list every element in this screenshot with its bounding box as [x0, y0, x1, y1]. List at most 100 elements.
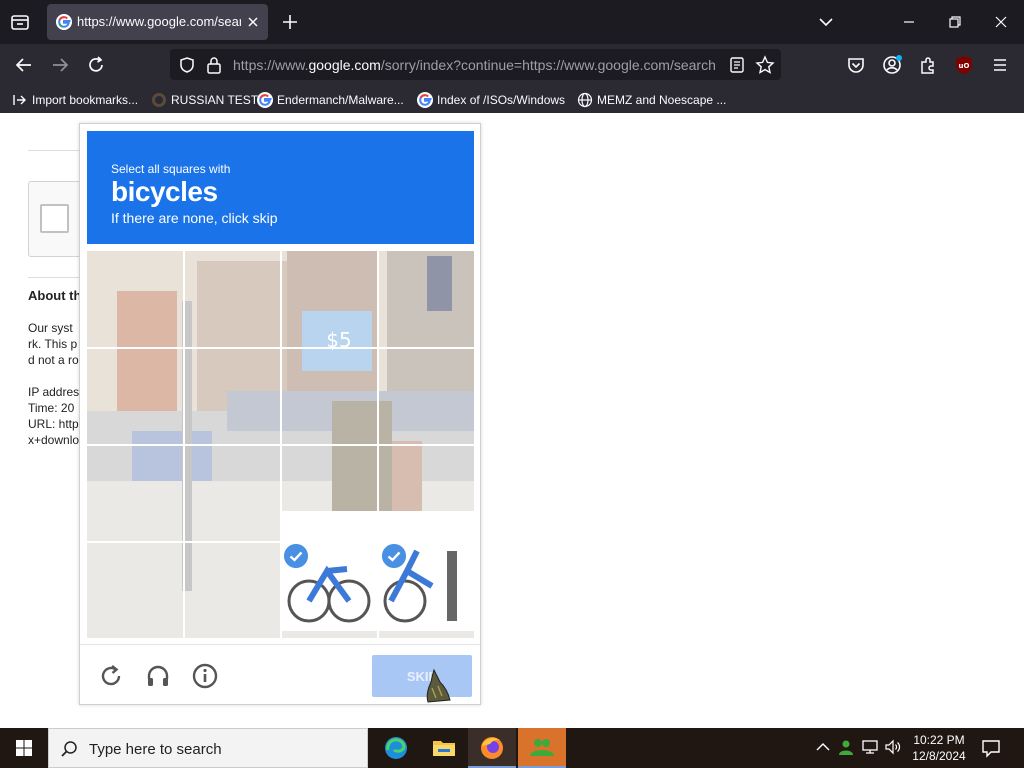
- tab-bar: https://www.google.com/search: [0, 0, 1024, 44]
- site-favicon-icon: [152, 93, 166, 107]
- network-icon[interactable]: [861, 738, 879, 756]
- bookmarks-toolbar: Import bookmarks... RUSSIAN TEST Enderma…: [0, 85, 1024, 113]
- url-prefix: https://www.: [233, 57, 309, 73]
- grid-cell[interactable]: [378, 251, 474, 347]
- bookmark-import[interactable]: Import bookmarks...: [12, 91, 138, 109]
- instruction-text: Select all squares with: [111, 162, 231, 176]
- challenge-keyword: bicycles: [111, 176, 218, 207]
- forward-arrow-icon[interactable]: [49, 54, 71, 76]
- url-text[interactable]: https://www.google.com/sorry/index?conti…: [233, 57, 717, 73]
- grid-cell[interactable]: [281, 445, 377, 541]
- grid-cell[interactable]: [87, 348, 183, 444]
- reader-view-icon[interactable]: [728, 56, 746, 74]
- notification-icon[interactable]: [980, 737, 1002, 759]
- taskbar-app-firefox[interactable]: [468, 728, 516, 768]
- windows-taskbar: Type here to search 10:22 PM 12/8/2024: [0, 728, 1024, 768]
- bookmark-label: Endermanch/Malware...: [277, 93, 404, 107]
- bookmark-endermanch[interactable]: Endermanch/Malware...: [257, 91, 404, 109]
- url-path: /sorry/index?continue=https://www.google…: [380, 57, 716, 73]
- search-placeholder: Type here to search: [89, 741, 222, 758]
- firefox-view-icon[interactable]: [8, 10, 32, 34]
- grid-cell[interactable]: [87, 445, 183, 541]
- firefox-icon: [481, 737, 503, 759]
- folder-icon: [433, 741, 455, 756]
- windows-start-icon[interactable]: [0, 728, 48, 768]
- chevron-up-icon[interactable]: [814, 738, 832, 756]
- people-tray-icon[interactable]: [837, 738, 855, 756]
- checkmark-icon: [382, 544, 406, 568]
- system-clock[interactable]: 10:22 PM 12/8/2024: [905, 732, 973, 764]
- cursor-icon: [426, 668, 451, 703]
- google-icon: [257, 92, 273, 108]
- account-icon[interactable]: [881, 54, 903, 76]
- page-text-line: rk. This p: [28, 337, 78, 351]
- grid-cell[interactable]: [184, 251, 280, 347]
- back-arrow-icon[interactable]: [13, 54, 35, 76]
- tab-title: https://www.google.com/search: [77, 14, 241, 29]
- bookmark-memz[interactable]: MEMZ and Noescape ...: [577, 91, 726, 109]
- divider: [80, 644, 480, 645]
- taskbar-app-file-explorer[interactable]: [420, 728, 468, 768]
- svg-text:uO: uO: [959, 62, 970, 70]
- im-not-a-robot-checkbox[interactable]: [40, 204, 69, 233]
- import-icon: [13, 95, 26, 105]
- bookmark-russian-test[interactable]: RUSSIAN TEST: [151, 91, 258, 109]
- google-icon: [56, 14, 72, 30]
- taskbar-search-box[interactable]: Type here to search: [48, 728, 368, 768]
- ublock-origin-icon[interactable]: uO: [953, 54, 975, 76]
- bookmark-label: MEMZ and Noescape ...: [597, 93, 727, 107]
- close-tab-icon[interactable]: [244, 13, 262, 31]
- bookmark-index-isos[interactable]: Index of /ISOs/Windows: [417, 91, 565, 109]
- bookmark-label: RUSSIAN TEST: [171, 93, 259, 107]
- page-text-line: Our syst: [28, 321, 73, 335]
- restore-icon[interactable]: [945, 12, 965, 32]
- bookmark-star-icon[interactable]: [755, 55, 775, 75]
- page-text-line: x+downlo: [28, 433, 80, 447]
- taskbar-app-malware[interactable]: [518, 728, 566, 768]
- reload-challenge-icon[interactable]: [97, 662, 125, 690]
- grid-cell[interactable]: [184, 348, 280, 444]
- page-text-line: IP addres: [28, 385, 80, 399]
- grid-cell[interactable]: [378, 445, 474, 541]
- new-tab-icon[interactable]: [280, 12, 300, 32]
- browser-tab[interactable]: https://www.google.com/search: [47, 4, 268, 40]
- skip-hint: If there are none, click skip: [111, 210, 278, 226]
- hamburger-menu-icon[interactable]: [989, 54, 1011, 76]
- navigation-bar: https://www.google.com/sorry/index?conti…: [0, 44, 1024, 85]
- bookmark-label: Index of /ISOs/Windows: [437, 93, 566, 107]
- grid-cell[interactable]: [184, 445, 280, 541]
- url-domain: google.com: [308, 57, 381, 73]
- chevron-down-icon[interactable]: [816, 12, 836, 32]
- grid-cell[interactable]: [87, 542, 183, 638]
- recaptcha-challenge: Select all squares with bicycles If ther…: [79, 123, 481, 705]
- grid-cell[interactable]: [281, 251, 377, 347]
- info-icon[interactable]: [191, 662, 219, 690]
- reload-icon[interactable]: [85, 54, 107, 76]
- lock-icon[interactable]: [206, 56, 222, 74]
- globe-icon: [577, 92, 593, 108]
- volume-icon[interactable]: [884, 738, 902, 756]
- clock-time: 10:22 PM: [913, 733, 965, 747]
- page-text-line: Time: 20: [28, 401, 75, 415]
- challenge-header: Select all squares with bicycles If ther…: [87, 131, 474, 244]
- grid-cell[interactable]: [378, 348, 474, 444]
- grid-cell[interactable]: [87, 251, 183, 347]
- extensions-puzzle-icon[interactable]: [917, 54, 939, 76]
- minimize-icon[interactable]: [899, 12, 919, 32]
- about-heading: About th: [28, 288, 82, 303]
- address-bar[interactable]: https://www.google.com/sorry/index?conti…: [170, 49, 781, 80]
- tracking-protection-shield-icon[interactable]: [178, 56, 196, 74]
- google-icon: [417, 92, 433, 108]
- grid-line: [87, 444, 474, 446]
- close-window-icon[interactable]: [991, 12, 1011, 32]
- green-app-icon: [530, 739, 554, 756]
- taskbar-app-edge[interactable]: [372, 728, 420, 768]
- clock-date: 12/8/2024: [912, 749, 966, 763]
- grid-cell[interactable]: [184, 542, 280, 638]
- grid-cell[interactable]: [281, 348, 377, 444]
- pocket-icon[interactable]: [845, 54, 867, 76]
- page-text-line: d not a ro: [28, 353, 79, 367]
- search-icon: [61, 741, 77, 757]
- grid-line: [87, 541, 474, 543]
- headphones-audio-icon[interactable]: [144, 662, 172, 690]
